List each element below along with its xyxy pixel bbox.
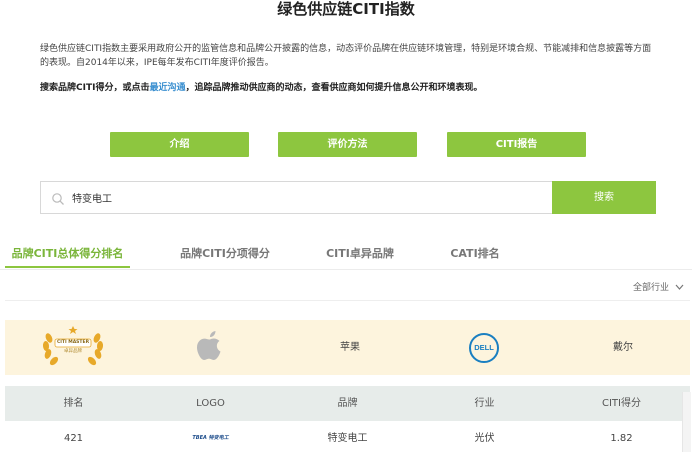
tab-cati-ranking[interactable]: CATI排名 <box>440 246 510 268</box>
row-rank: 421 <box>63 433 84 444</box>
scrollbar[interactable] <box>682 392 691 452</box>
search-input[interactable] <box>72 182 542 213</box>
header-rank: 排名 <box>63 398 84 409</box>
citi-master-badge: CITI MASTER 卓异品牌 <box>41 324 105 370</box>
table-header: 排名 LOGO 品牌 行业 CITI得分 <box>5 386 690 421</box>
brand-name-apple: 苹果 <box>340 342 360 353</box>
page-title: 绿色供应链CITI指数 <box>277 0 415 18</box>
methodology-button[interactable]: 评价方法 <box>278 132 417 157</box>
dell-logo-text: DELL <box>474 343 494 352</box>
call-to-action: 搜索品牌CITI得分，或点击最近沟通，追踪品牌推动供应商的动态，查看供应商如何提… <box>40 81 670 95</box>
row-brand: 特变电工 <box>327 433 368 444</box>
search-box <box>40 181 552 214</box>
tab-citi-masters[interactable]: CITI卓异品牌 <box>315 246 405 268</box>
active-tab-indicator <box>5 266 130 268</box>
cta-suffix: ，追踪品牌推动供应商的动态，查看供应商如何提升信息公开和环境表现。 <box>185 83 483 93</box>
filter-divider <box>5 300 690 301</box>
header-industry: 行业 <box>474 398 495 409</box>
citi-report-button[interactable]: CITI报告 <box>447 132 586 157</box>
industry-filter-label: 全部行业 <box>632 283 669 293</box>
apple-logo-icon <box>195 329 225 365</box>
row-industry: 光伏 <box>474 433 495 444</box>
cta-prefix: 搜索品牌CITI得分，或点击 <box>40 83 150 93</box>
intro-button[interactable]: 介绍 <box>110 132 249 157</box>
tab-category-scores[interactable]: 品牌CITI分项得分 <box>170 246 280 268</box>
badge-title: CITI MASTER <box>56 340 90 345</box>
tabs-divider <box>0 269 692 270</box>
dell-logo-icon: DELL <box>468 332 500 364</box>
table-row[interactable]: 421 TBEA 特变电工 特变电工 光伏 1.82 <box>5 421 690 456</box>
tab-overall-ranking[interactable]: 品牌CITI总体得分排名 <box>5 246 130 268</box>
intro-text: 绿色供应链CITI指数主要采用政府公开的监管信息和品牌公开披露的信息，动态评价品… <box>40 44 652 68</box>
header-citi-score: CITI得分 <box>602 398 641 409</box>
row-logo: TBEA 特变电工 <box>192 435 229 441</box>
industry-filter[interactable]: 全部行业 <box>633 282 684 294</box>
recent-communication-link[interactable]: 最近沟通 <box>149 83 185 93</box>
row-citi-score: 1.82 <box>610 433 633 444</box>
chevron-down-icon <box>675 282 684 294</box>
brand-name-dell: 戴尔 <box>613 342 633 353</box>
citi-master-row: CITI MASTER 卓异品牌 苹果 DELL 戴尔 <box>5 320 690 375</box>
header-logo: LOGO <box>196 398 225 409</box>
search-button[interactable]: 搜索 <box>552 181 656 214</box>
badge-subtitle: 卓异品牌 <box>64 349 82 354</box>
header-brand: 品牌 <box>337 398 358 409</box>
search-icon <box>51 191 65 205</box>
